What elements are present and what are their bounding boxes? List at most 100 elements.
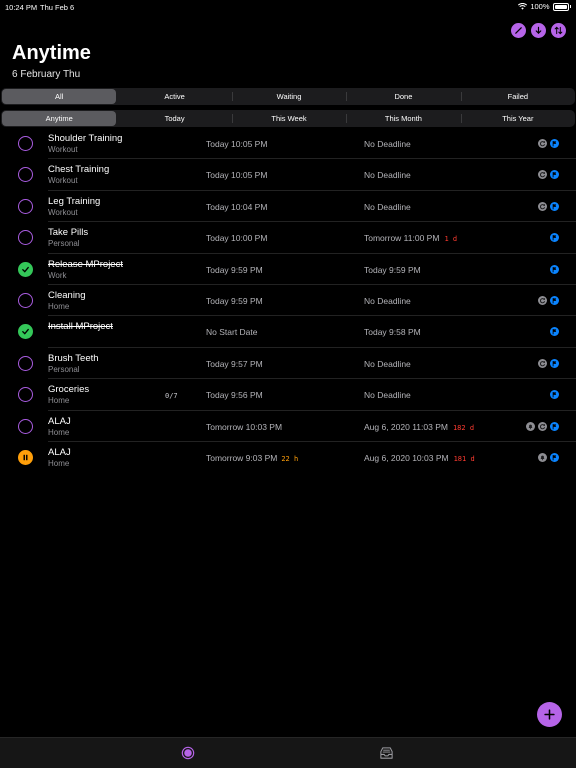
- task-row[interactable]: Leg Training Workout Today 10:04 PM No Dead…: [0, 191, 576, 223]
- task-start: Today 9:56 PM: [206, 390, 263, 401]
- task-name: Groceries: [48, 384, 90, 396]
- task-start: No Start Date: [206, 327, 258, 338]
- sort-toggle-icon[interactable]: [551, 23, 566, 38]
- task-checkbox-done[interactable]: [18, 261, 33, 277]
- checkmark-icon: [22, 329, 29, 336]
- task-name: Brush Teeth: [48, 352, 99, 364]
- task-start: Today 10:04 PM: [206, 201, 268, 212]
- repeat-icon: [538, 201, 547, 211]
- battery-icon: [552, 2, 569, 11]
- status-date: Thu Feb 6: [40, 3, 75, 12]
- task-start: Tomorrow 9:03 PM 22 h: [206, 452, 299, 463]
- task-checkbox-done[interactable]: [18, 324, 33, 340]
- task-name: Leg Training: [48, 195, 101, 207]
- time-filter-this-month[interactable]: This Month: [346, 110, 460, 127]
- status-filter-done[interactable]: Done: [346, 88, 460, 105]
- flag-icon: [550, 295, 559, 305]
- task-start: Tomorrow 10:03 PM: [206, 421, 283, 432]
- task-name: Release MProject: [48, 258, 123, 270]
- task-row[interactable]: Chest Training Workout Today 10:05 PM No De…: [0, 159, 576, 192]
- edit-icon[interactable]: [511, 23, 526, 38]
- flag-icon: [550, 358, 559, 368]
- flag-icon: [550, 327, 559, 337]
- task-start: Today 10:05 PM: [206, 139, 268, 149]
- task-row[interactable]: Cleaning Home Today 9:59 PM No Deadline: [0, 285, 576, 317]
- task-row[interactable]: Take Pills Personal Today 10:00 PM Tomorrow…: [0, 222, 576, 254]
- task-icons: [538, 139, 559, 148]
- bell-icon: [538, 452, 547, 462]
- task-row[interactable]: ALAJ Home Tomorrow 9:03 PM 22 h Aug 6, 2020 …: [0, 442, 576, 473]
- task-icons: [550, 390, 559, 400]
- status-filter-failed[interactable]: Failed: [460, 88, 575, 105]
- task-checkbox[interactable]: [18, 167, 33, 183]
- task-deadline: No Deadline: [364, 358, 411, 369]
- task-icons: [538, 170, 559, 180]
- pause-icon: [23, 454, 28, 461]
- task-checkbox-paused[interactable]: [18, 449, 33, 465]
- task-name: Take Pills: [48, 227, 89, 239]
- task-deadline: No Deadline: [364, 390, 411, 401]
- task-deadline: Today 9:59 PM: [364, 264, 421, 275]
- task-icons: [538, 201, 559, 211]
- task-row[interactable]: Release MProject Work Today 9:59 PM Today 9…: [0, 254, 576, 286]
- task-name: Install MProject: [48, 321, 113, 333]
- status-filter-all[interactable]: All: [2, 89, 117, 104]
- task-row[interactable]: Groceries Home 0/7 Today 9:56 PM No Deadline: [0, 379, 576, 411]
- task-checkbox[interactable]: [18, 198, 33, 214]
- wifi-icon: [518, 3, 528, 10]
- bell-icon: [526, 421, 535, 431]
- task-name: Chest Training: [48, 164, 110, 176]
- task-deadline: Aug 6, 2020 10:03 PM 181 d: [364, 452, 475, 463]
- task-row[interactable]: ALAJ Home Tomorrow 10:03 PM Aug 6, 2020 11:…: [0, 411, 576, 443]
- task-row[interactable]: Brush Teeth Personal Today 9:57 PM No Deadl…: [0, 348, 576, 380]
- task-start: Today 10:00 PM: [206, 233, 268, 244]
- task-deadline: Aug 6, 2020 11:03 PM 182 d: [364, 421, 475, 432]
- task-icons: [550, 264, 559, 274]
- task-checkbox[interactable]: [18, 418, 33, 434]
- task-deadline: Tomorrow 11:00 PM 1 d: [364, 233, 458, 244]
- status-bar: 10:24 PM Thu Feb 6 100%: [0, 0, 576, 14]
- task-start: Today 9:57 PM: [206, 358, 263, 369]
- start-late-badge: 22 h: [281, 454, 299, 463]
- task-category: Home: [48, 458, 70, 468]
- status-filter-waiting[interactable]: Waiting: [231, 88, 346, 105]
- time-filter-anytime[interactable]: Anytime: [2, 111, 117, 126]
- task-checkbox[interactable]: [18, 387, 33, 403]
- status-filter-active[interactable]: Active: [117, 88, 231, 105]
- flag-icon: [550, 233, 559, 243]
- status-right: 100%: [518, 2, 571, 11]
- task-row[interactable]: Install MProject No Start Date Today 9:58 …: [0, 316, 576, 349]
- deadline-late-badge: 182 d: [452, 423, 475, 432]
- task-checkbox[interactable]: [18, 355, 33, 371]
- repeat-icon: [538, 139, 547, 148]
- task-category: Workout: [48, 207, 78, 217]
- add-task-button[interactable]: [537, 702, 562, 727]
- task-name: ALAJ: [48, 415, 71, 427]
- task-row[interactable]: Shoulder Training Workout Today 10:05 PM No…: [0, 128, 576, 160]
- time-filter: Anytime Today This Week This Month This …: [1, 110, 575, 127]
- deadline-late-badge: 1 d: [444, 235, 458, 244]
- status-filter: All Active Waiting Done Failed: [1, 88, 575, 105]
- task-deadline: Today 9:58 PM: [364, 327, 421, 338]
- task-name: ALAJ: [48, 446, 71, 458]
- time-filter-this-year[interactable]: This Year: [460, 110, 575, 127]
- task-category: Work: [48, 270, 67, 280]
- task-progress: 0/7: [165, 392, 178, 401]
- task-category: Personal: [48, 239, 80, 249]
- task-checkbox[interactable]: [18, 292, 33, 308]
- task-category: Workout: [48, 145, 78, 154]
- task-icons: [526, 421, 559, 431]
- time-filter-today[interactable]: Today: [117, 110, 231, 127]
- task-checkbox[interactable]: [18, 230, 33, 246]
- task-checkbox[interactable]: [18, 136, 33, 151]
- status-time: 10:24 PM: [5, 3, 38, 12]
- deadline-late-badge: 181 d: [453, 454, 475, 463]
- inbox-tab-icon[interactable]: [378, 745, 394, 761]
- task-category: Home: [48, 427, 70, 437]
- flag-icon: [550, 264, 559, 274]
- sort-down-icon[interactable]: [531, 23, 546, 38]
- flag-icon: [550, 452, 559, 462]
- repeat-icon: [538, 295, 547, 305]
- tasks-tab-icon[interactable]: [180, 745, 196, 761]
- time-filter-this-week[interactable]: This Week: [231, 110, 346, 127]
